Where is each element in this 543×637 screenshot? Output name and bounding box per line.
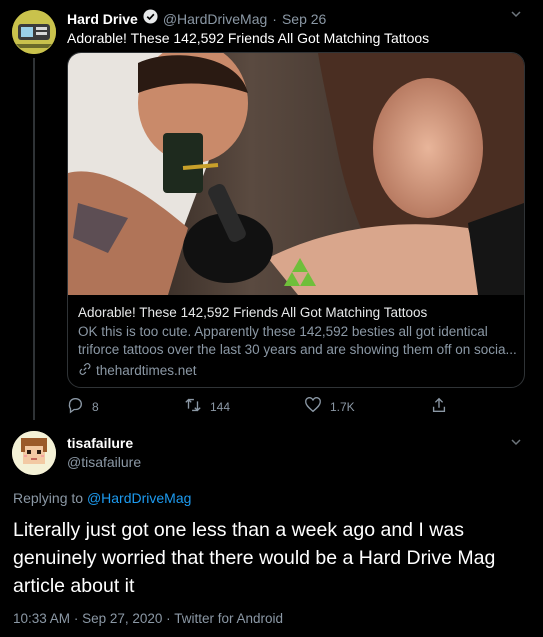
author-name[interactable]: Hard Drive (67, 11, 138, 27)
separator-dot: · (73, 611, 79, 626)
like-count: 1.7K (330, 399, 355, 414)
tisafailure-avatar[interactable] (12, 431, 56, 475)
card-body: Adorable! These 142,592 Friends All Got … (78, 305, 518, 379)
tweet-action-bar: 8 144 1.7K (66, 396, 456, 416)
reply-author-name[interactable]: tisafailure (67, 435, 133, 451)
author-handle[interactable]: @HardDriveMag (163, 11, 267, 27)
tweet-text: Adorable! These 142,592 Friends All Got … (67, 30, 430, 46)
retweet-count: 144 (210, 399, 231, 414)
card-description: OK this is too cute. Apparently these 14… (78, 323, 518, 359)
link-card[interactable]: Adorable! These 142,592 Friends All Got … (67, 52, 525, 388)
link-icon (78, 362, 92, 379)
tweet-header: Hard Drive @HardDriveMag · Sep 26 (67, 9, 326, 29)
card-title: Adorable! These 142,592 Friends All Got … (78, 305, 428, 320)
reply-client[interactable]: Twitter for Android (174, 611, 283, 626)
replying-to: Replying to @HardDriveMag (13, 490, 191, 506)
reply-button[interactable]: 8 (66, 396, 99, 417)
card-description-line-1: OK this is too cute. Apparently these 14… (78, 324, 488, 339)
card-domain-text: thehardtimes.net (96, 363, 197, 378)
reply-count: 8 (92, 399, 99, 414)
reply-time[interactable]: 10:33 AM (13, 611, 70, 626)
reply-date[interactable]: Sep 27, 2020 (82, 611, 162, 626)
tweet-date[interactable]: Sep 26 (282, 11, 326, 27)
retweet-icon (184, 396, 202, 417)
card-domain: thehardtimes.net (78, 362, 518, 379)
thread-connector-line (33, 58, 35, 420)
hard-drive-avatar[interactable] (12, 10, 56, 54)
share-button[interactable] (430, 396, 448, 417)
card-image (68, 53, 524, 295)
retweet-button[interactable]: 144 (184, 396, 230, 417)
reply-meta: 10:33 AM · Sep 27, 2020 · Twitter for An… (13, 611, 283, 626)
separator-dot: · (166, 611, 171, 626)
verified-badge-icon (143, 9, 158, 29)
reply-text: Literally just got one less than a week … (13, 519, 496, 597)
share-icon (430, 396, 448, 417)
reply-menu-chevron-icon[interactable] (510, 436, 522, 451)
separator-dot: · (272, 11, 277, 27)
like-button[interactable]: 1.7K (304, 396, 355, 417)
tweet-menu-chevron-icon[interactable] (510, 8, 522, 23)
card-description-line-2: triforce tattoos over the last 30 years … (78, 342, 517, 357)
heart-icon (304, 396, 322, 417)
reply-icon (66, 396, 84, 417)
reply-author-handle[interactable]: @tisafailure (67, 454, 141, 470)
replying-to-label: Replying to (13, 490, 84, 506)
replying-to-handle-link[interactable]: @HardDriveMag (87, 490, 191, 506)
